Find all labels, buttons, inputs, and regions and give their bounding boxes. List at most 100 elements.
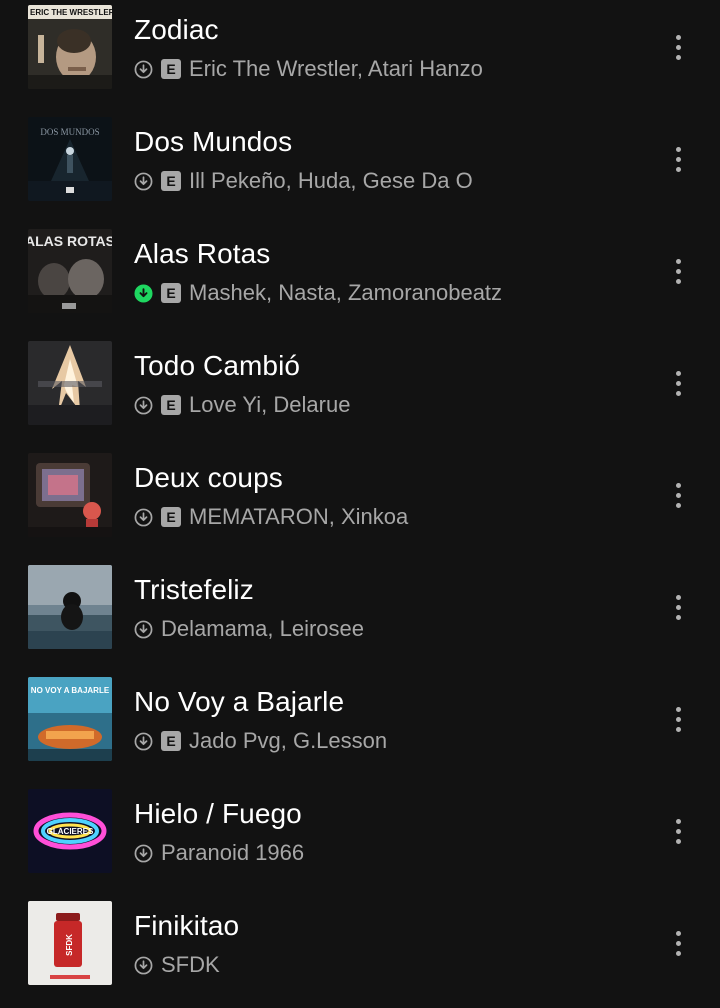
- track-title: Todo Cambió: [134, 350, 301, 381]
- track-artists: Eric The Wrestler, Atari Hanzo: [189, 56, 483, 81]
- download-circle-icon: [134, 956, 153, 975]
- track-row[interactable]: NO VOY A BAJARLE No Voy a Bajarle E Jado…: [0, 672, 720, 784]
- explicit-badge: E: [161, 395, 181, 415]
- explicit-badge: E: [161, 59, 181, 79]
- track-row[interactable]: Todo Cambió E Love Yi, Delarue: [0, 336, 720, 448]
- track-artists: Love Yi, Delarue: [189, 392, 351, 417]
- more-dot: [675, 726, 681, 732]
- track-artists: Ill Pekeño, Huda, Gese Da O: [189, 168, 473, 193]
- explicit-badge: E: [161, 171, 181, 191]
- track-artists: Paranoid 1966: [161, 840, 305, 865]
- more-dot: [675, 838, 681, 844]
- download-circle-icon: [134, 620, 153, 639]
- album-cover: GLACIERES: [28, 789, 112, 873]
- more-dot: [675, 278, 681, 284]
- track-row[interactable]: Tristefeliz Delamama, Leirosee: [0, 560, 720, 672]
- more-options-button[interactable]: [662, 585, 694, 629]
- more-dot: [675, 502, 681, 508]
- track-row[interactable]: DOS MUNDOS Dos Mundos E Ill Pekeño, Huda…: [0, 112, 720, 224]
- more-vertical-icon: [675, 706, 681, 712]
- more-vertical-icon: [675, 594, 681, 600]
- more-dot: [675, 44, 681, 50]
- track-title: Zodiac: [134, 14, 219, 45]
- more-vertical-icon: [675, 258, 681, 264]
- more-options-button[interactable]: [662, 249, 694, 293]
- album-cover: ALAS ROTAS: [28, 229, 112, 313]
- track-meta: E Eric The Wrestler, Atari Hanzo: [134, 57, 483, 81]
- more-dot: [675, 716, 681, 722]
- track-row[interactable]: ERIC THE WRESTLER Zodiac E Eric The Wres…: [0, 0, 720, 112]
- more-options-button[interactable]: [662, 137, 694, 181]
- track-meta: Delamama, Leirosee: [134, 617, 364, 641]
- track-meta: E Ill Pekeño, Huda, Gese Da O: [134, 169, 473, 193]
- download-circle-icon: [134, 396, 153, 415]
- more-dot: [675, 940, 681, 946]
- download-circle-icon: [134, 844, 153, 863]
- album-cover: NO VOY A BAJARLE: [28, 677, 112, 761]
- track-meta: E MEMATARON, Xinkoa: [134, 505, 408, 529]
- album-cover: DOS MUNDOS: [28, 117, 112, 201]
- more-vertical-icon: [675, 818, 681, 824]
- album-cover: [28, 453, 112, 537]
- track-artists: SFDK: [161, 952, 220, 977]
- more-vertical-icon: [675, 370, 681, 376]
- track-row[interactable]: SFDK Finikitao SFDK: [0, 896, 720, 1008]
- track-artists: Mashek, Nasta, Zamoranobeatz: [189, 280, 503, 305]
- more-options-button[interactable]: [662, 809, 694, 853]
- more-vertical-icon: [675, 34, 681, 40]
- track-artists: Delamama, Leirosee: [161, 616, 364, 641]
- download-circle-icon: [134, 60, 153, 79]
- album-cover: ERIC THE WRESTLER: [28, 5, 112, 89]
- more-options-button[interactable]: [662, 25, 694, 69]
- cover-text: NO VOY A BAJARLE: [31, 686, 110, 695]
- more-options-button[interactable]: [662, 921, 694, 965]
- more-dot: [675, 950, 681, 956]
- more-options-button[interactable]: [662, 473, 694, 517]
- track-title: Hielo / Fuego: [134, 798, 302, 829]
- track-row[interactable]: ALAS ROTAS Alas Rotas E Mashek, Nasta, Z…: [0, 224, 720, 336]
- download-circle-icon: [134, 283, 153, 303]
- track-title: Alas Rotas: [134, 238, 271, 269]
- more-dot: [675, 390, 681, 396]
- explicit-badge: E: [161, 731, 181, 751]
- explicit-badge: E: [161, 507, 181, 527]
- more-dot: [675, 828, 681, 834]
- album-cover: SFDK: [28, 901, 112, 985]
- track-meta: E Jado Pvg, G.Lesson: [134, 729, 387, 753]
- more-dot: [675, 380, 681, 386]
- cover-text: DOS MUNDOS: [40, 127, 99, 137]
- more-dot: [675, 54, 681, 60]
- explicit-badge: E: [161, 283, 181, 303]
- track-row[interactable]: Deux coups E MEMATARON, Xinkoa: [0, 448, 720, 560]
- track-title: No Voy a Bajarle: [134, 686, 345, 717]
- track-meta: E Love Yi, Delarue: [134, 393, 350, 417]
- track-meta: E Mashek, Nasta, Zamoranobeatz: [134, 281, 502, 305]
- more-vertical-icon: [675, 930, 681, 936]
- more-options-button[interactable]: [662, 361, 694, 405]
- download-circle-icon: [134, 508, 153, 527]
- more-dot: [675, 268, 681, 274]
- download-circle-icon: [134, 172, 153, 191]
- album-cover: [28, 341, 112, 425]
- track-artists: MEMATARON, Xinkoa: [189, 504, 409, 529]
- track-title: Deux coups: [134, 462, 283, 493]
- cover-text: GLACIERES: [47, 827, 94, 836]
- download-circle-icon: [134, 732, 153, 751]
- album-cover: [28, 565, 112, 649]
- more-dot: [675, 166, 681, 172]
- track-title: Finikitao: [134, 910, 240, 941]
- cover-text: ERIC THE WRESTLER: [30, 8, 112, 17]
- more-dot: [675, 156, 681, 162]
- track-meta: Paranoid 1966: [134, 841, 304, 865]
- track-row[interactable]: GLACIERES Hielo / Fuego Paranoid 1966: [0, 784, 720, 896]
- more-dot: [675, 614, 681, 620]
- track-title: Dos Mundos: [134, 126, 293, 157]
- cover-text: SFDK: [65, 934, 74, 956]
- track-artists: Jado Pvg, G.Lesson: [189, 728, 388, 753]
- more-vertical-icon: [675, 146, 681, 152]
- cover-text: ALAS ROTAS: [28, 233, 112, 249]
- more-dot: [675, 492, 681, 498]
- more-options-button[interactable]: [662, 697, 694, 741]
- more-vertical-icon: [675, 482, 681, 488]
- track-meta: SFDK: [134, 953, 220, 977]
